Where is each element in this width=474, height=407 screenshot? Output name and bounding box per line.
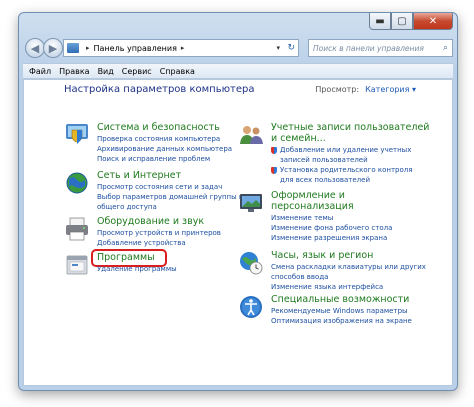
breadcrumb-control-panel[interactable]: Панель управления: [94, 44, 177, 53]
appearance-icon[interactable]: [238, 190, 264, 216]
printer-icon[interactable]: [64, 216, 90, 242]
network-globe-icon[interactable]: [64, 170, 90, 196]
menu-file[interactable]: Файл: [29, 67, 51, 76]
clock-globe-icon[interactable]: [238, 250, 264, 276]
programs-icon[interactable]: [64, 252, 90, 278]
search-icon[interactable]: ⌕: [443, 43, 448, 53]
link-recommended-settings[interactable]: Рекомендуемые Windows параметры: [271, 306, 412, 316]
link-devices-printers[interactable]: Просмотр устройств и принтеров: [97, 228, 221, 238]
control-panel-window: ▬ ▢ ✕ ◀ ▶ ▸ Панель управления ▸ ▾ ↻ Поис…: [18, 12, 458, 391]
view-dropdown[interactable]: Категория ▾: [365, 85, 416, 94]
uac-shield-icon: [271, 146, 277, 154]
link-check-status[interactable]: Проверка состояния компьютера: [97, 134, 232, 144]
category-title[interactable]: Оборудование и звук: [97, 216, 204, 227]
back-button[interactable]: ◀: [25, 38, 45, 58]
users-icon[interactable]: [238, 122, 264, 148]
search-placeholder: Поиск в панели управления: [313, 43, 424, 53]
link-backup[interactable]: Архивирование данных компьютера: [97, 144, 232, 154]
link-optimize-display[interactable]: Оптимизация изображения на экране: [271, 316, 412, 326]
category-title-line2[interactable]: персонализация: [271, 201, 354, 212]
content-pane: Настройка параметров компьютера Просмотр…: [23, 79, 453, 386]
link-sharing[interactable]: общего доступа: [97, 202, 243, 212]
link-parental-control[interactable]: Установка родительского контроля: [271, 165, 412, 175]
link-change-theme[interactable]: Изменение темы: [271, 213, 392, 223]
forward-button[interactable]: ▶: [43, 38, 63, 58]
category-title[interactable]: Часы, язык и регион: [271, 250, 373, 261]
link-troubleshoot[interactable]: Поиск и исправление проблем: [97, 154, 232, 164]
link-add-remove-accounts-2[interactable]: записей пользователей: [271, 155, 412, 165]
menu-help[interactable]: Справка: [160, 67, 195, 76]
minimize-button[interactable]: ▬: [369, 13, 391, 30]
forward-arrow-icon: ▶: [48, 41, 58, 55]
link-change-resolution[interactable]: Изменение разрешения экрана: [271, 233, 392, 243]
search-input[interactable]: Поиск в панели управления ⌕: [308, 39, 453, 57]
link-text: Добавление или удаление учетных: [280, 146, 412, 154]
link-add-remove-accounts[interactable]: Добавление или удаление учетных: [271, 145, 412, 155]
navigation-bar: ◀ ▶ ▸ Панель управления ▸ ▾ ↻ Поиск в па…: [23, 37, 453, 61]
chevron-right-icon[interactable]: ▸: [181, 44, 185, 52]
security-shield-icon[interactable]: [64, 122, 90, 148]
link-parental-control-2[interactable]: для всех пользователей: [271, 175, 412, 185]
link-homegroup[interactable]: Выбор параметров домашней группы и: [97, 192, 243, 202]
chevron-right-icon: ▸: [86, 44, 90, 52]
link-network-status[interactable]: Просмотр состояния сети и задач: [97, 182, 243, 192]
control-panel-icon: [67, 43, 79, 53]
category-title[interactable]: Сеть и Интернет: [97, 170, 181, 181]
close-button[interactable]: ✕: [413, 13, 453, 30]
link-add-device[interactable]: Добавление устройства: [97, 238, 221, 248]
link-change-keyboard[interactable]: Смена раскладки клавиатуры или других: [271, 262, 426, 272]
menu-edit[interactable]: Правка: [59, 67, 89, 76]
page-title: Настройка параметров компьютера: [64, 84, 255, 95]
link-change-language[interactable]: Изменение языка интерфейса: [271, 282, 426, 292]
link-change-keyboard-2[interactable]: способов ввода: [271, 272, 426, 282]
category-title[interactable]: Специальные возможности: [271, 294, 409, 305]
caption-buttons: ▬ ▢ ✕: [369, 13, 453, 31]
view-label: Просмотр:: [315, 85, 360, 94]
accessibility-icon[interactable]: [238, 294, 264, 320]
category-title-line2[interactable]: и семейн...: [271, 133, 326, 144]
address-bar[interactable]: ▸ Панель управления ▸ ▾ ↻: [63, 39, 299, 57]
menu-bar: Файл Правка Вид Сервис Справка: [23, 63, 453, 79]
maximize-button[interactable]: ▢: [391, 13, 413, 30]
category-title[interactable]: Оформление и: [271, 190, 345, 201]
back-arrow-icon: ◀: [30, 41, 40, 55]
dropdown-icon[interactable]: ▾: [276, 44, 280, 52]
menu-view[interactable]: Вид: [98, 67, 114, 76]
refresh-icon[interactable]: ↻: [287, 43, 295, 53]
link-change-background[interactable]: Изменение фона рабочего стола: [271, 223, 392, 233]
menu-tools[interactable]: Сервис: [122, 67, 152, 76]
category-title[interactable]: Система и безопасность: [97, 122, 220, 133]
category-title[interactable]: Учетные записи пользователей: [271, 122, 429, 133]
link-text: Установка родительского контроля: [280, 166, 413, 174]
link-uninstall-program[interactable]: Удаление программы: [97, 264, 177, 274]
view-selector: Просмотр: Категория ▾: [315, 85, 416, 94]
uac-shield-icon: [271, 166, 277, 174]
